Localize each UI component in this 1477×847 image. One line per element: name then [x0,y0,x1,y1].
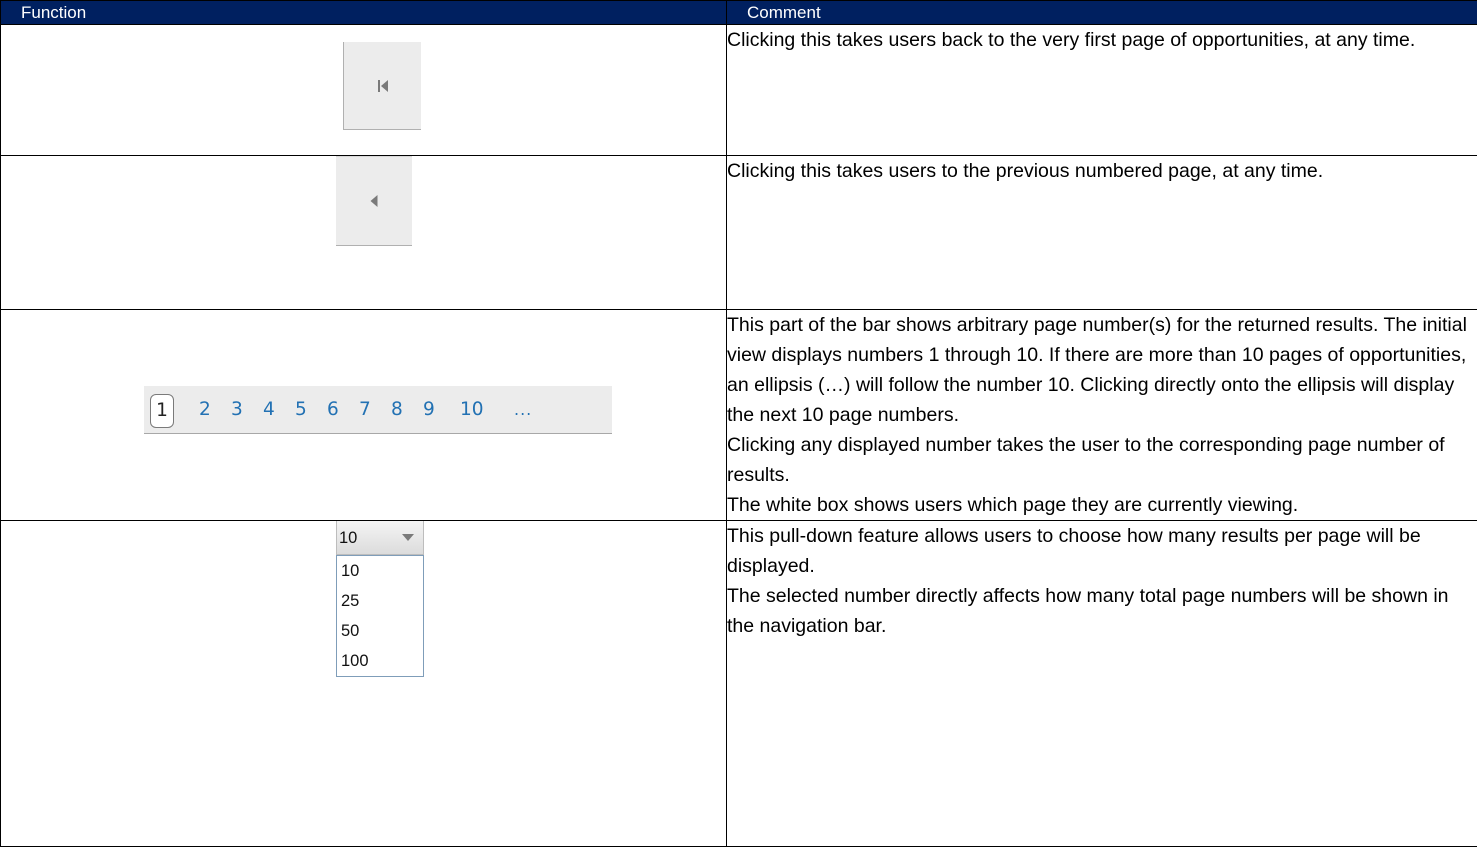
comment-cell: Clicking this takes users back to the ve… [727,25,1477,156]
page-number-link[interactable]: 2 [199,386,211,434]
dropdown-option[interactable]: 50 [337,616,423,646]
page-number-bar: 1 2 3 4 5 6 7 8 9 10 ... [144,386,612,434]
dropdown-option[interactable]: 25 [337,586,423,616]
previous-page-button[interactable] [336,156,412,246]
function-cell: 10 10 25 50 100 [1,521,727,847]
comment-text: Clicking any displayed number takes the … [727,430,1477,490]
page-number-link[interactable]: 10 [460,386,484,434]
previous-page-icon [370,194,379,208]
page-number-link[interactable]: 3 [231,386,243,434]
dropdown-options-list: 10 25 50 100 [336,555,424,677]
header-comment: Comment [727,1,1477,25]
function-cell: 1 2 3 4 5 6 7 8 9 10 ... [1,310,727,521]
table-row: 10 10 25 50 100 This pull-down feature a… [1,521,1477,847]
function-cell [1,25,727,156]
page-number-link[interactable]: 9 [423,386,435,434]
chevron-down-icon[interactable] [402,534,414,541]
dropdown-option[interactable]: 100 [337,646,423,676]
current-page-number[interactable]: 1 [150,394,174,428]
selected-value: 10 [339,521,357,555]
table-row: Clicking this takes users back to the ve… [1,25,1477,156]
page-number-link[interactable]: 4 [263,386,275,434]
comment-text: The selected number directly affects how… [727,581,1477,641]
dropdown-option[interactable]: 10 [337,556,423,586]
function-cell [1,156,727,310]
page-number-link[interactable]: 8 [391,386,403,434]
comment-text: This pull-down feature allows users to c… [727,521,1477,581]
comment-cell: This pull-down feature allows users to c… [727,521,1477,847]
table-row: Clicking this takes users to the previou… [1,156,1477,310]
results-per-page-dropdown: 10 10 25 50 100 [336,521,424,677]
results-per-page-select[interactable]: 10 [336,521,424,555]
comment-cell: This part of the bar shows arbitrary pag… [727,310,1477,521]
page-number-link[interactable]: 5 [295,386,307,434]
function-comment-table: Function Comment Clicking this takes use… [0,0,1477,847]
header-function: Function [1,1,727,25]
page-ellipsis-link[interactable]: ... [514,386,532,434]
comment-text: Clicking this takes users back to the ve… [727,25,1477,55]
comment-cell: Clicking this takes users to the previou… [727,156,1477,310]
table-row: 1 2 3 4 5 6 7 8 9 10 ... This part of th… [1,310,1477,521]
comment-text: The white box shows users which page the… [727,490,1477,520]
page-number-link[interactable]: 6 [327,386,339,434]
page-number-link[interactable]: 7 [359,386,371,434]
comment-text: This part of the bar shows arbitrary pag… [727,310,1477,430]
comment-text: Clicking this takes users to the previou… [727,156,1477,186]
header-row: Function Comment [1,1,1477,25]
first-page-icon [377,79,389,93]
first-page-button[interactable] [343,42,421,130]
